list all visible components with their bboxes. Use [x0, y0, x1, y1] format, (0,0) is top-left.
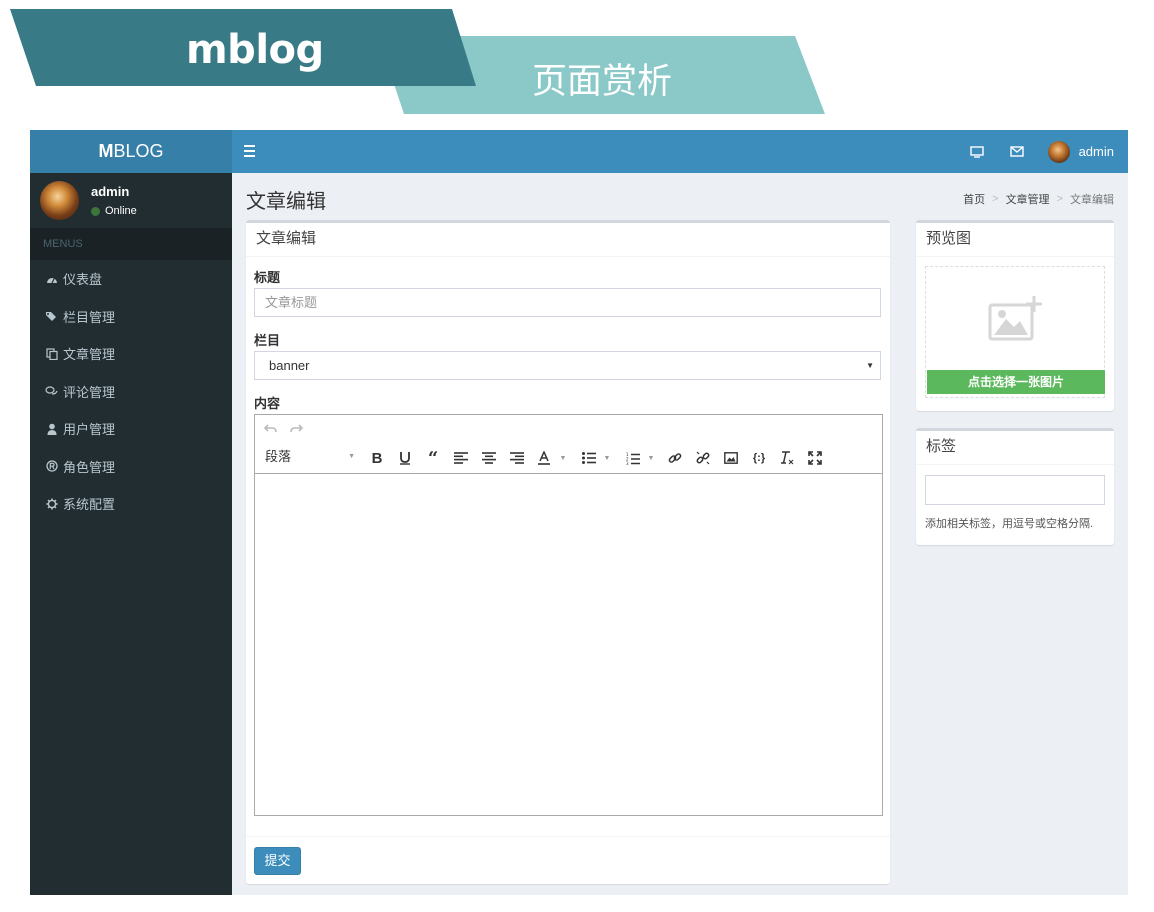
code-icon[interactable]: {:}	[751, 449, 767, 467]
clear-format-icon[interactable]	[779, 449, 795, 467]
editor-content-area[interactable]	[255, 474, 882, 815]
tags-input[interactable]	[925, 475, 1105, 505]
image-dropzone[interactable]: 点击选择一张图片	[925, 266, 1105, 398]
top-navbar: admin	[232, 130, 1128, 173]
tags-icon	[45, 310, 58, 323]
choose-image-button[interactable]: 点击选择一张图片	[927, 370, 1105, 394]
registered-icon	[45, 460, 58, 473]
breadcrumb-home[interactable]: 首页	[963, 191, 985, 207]
box-title: 预览图	[916, 223, 1114, 257]
caret-down-icon[interactable]: ▼	[559, 449, 567, 467]
bulleted-list-icon[interactable]	[581, 449, 597, 467]
navbar-right: admin	[968, 130, 1114, 173]
user-menu[interactable]: admin	[1047, 140, 1114, 163]
editor-toolbar: 段落 ▼ B “ ▼ ▼ 1 2 3 ▼ {:}	[255, 415, 882, 474]
sidebar-item-label: 系统配置	[63, 497, 116, 513]
font-color-icon[interactable]	[537, 449, 551, 467]
link-icon[interactable]	[667, 449, 683, 467]
brand-rest: BLOG	[113, 141, 164, 161]
numbered-list-icon[interactable]: 123	[625, 449, 641, 467]
copy-icon	[45, 347, 58, 360]
sidebar-item-roles[interactable]: 角色管理	[30, 448, 232, 486]
title-label: 标题	[254, 270, 281, 285]
category-select[interactable]: banner ▼	[254, 351, 881, 380]
sidebar-item-users[interactable]: 用户管理	[30, 410, 232, 448]
rich-text-editor: 段落 ▼ B “ ▼ ▼ 1 2 3 ▼ {:}	[254, 414, 883, 816]
caret-down-icon: ▼	[348, 453, 355, 460]
box-title: 文章编辑	[246, 223, 890, 257]
paragraph-format-select[interactable]: 段落 ▼	[257, 446, 357, 468]
breadcrumb-current: 文章编辑	[1070, 194, 1114, 206]
monitor-icon[interactable]	[968, 143, 986, 161]
breadcrumb-separator: >	[1056, 193, 1063, 205]
svg-text:3: 3	[626, 461, 629, 465]
navbar-user-name: admin	[1078, 144, 1114, 159]
sidebar: admin Online MENUS 仪表盘 栏目管理 文章管理 评论管理 用户…	[30, 173, 232, 895]
article-edit-box: 文章编辑 标题 文章标题 栏目 banner ▼ 内容 段落 ▼ B “ ▼ ▼…	[246, 220, 890, 884]
align-left-icon[interactable]	[453, 449, 469, 467]
category-label: 栏目	[254, 333, 281, 348]
sidebar-item-articles[interactable]: 文章管理	[30, 335, 232, 373]
banner-subtitle: 页面赏析	[532, 62, 673, 102]
user-icon	[45, 422, 58, 435]
menu-header: MENUS	[30, 228, 232, 260]
gear-icon	[45, 497, 58, 510]
caret-down-icon[interactable]: ▼	[603, 449, 611, 467]
caret-down-icon: ▼	[866, 361, 874, 370]
box-title: 标签	[916, 431, 1114, 465]
user-status-text: Online	[105, 205, 137, 217]
page-title: 文章编辑	[246, 191, 326, 213]
paragraph-format-value: 段落	[265, 449, 292, 464]
bold-icon[interactable]: B	[369, 449, 385, 467]
title-input[interactable]: 文章标题	[254, 288, 881, 317]
sidebar-item-categories[interactable]: 栏目管理	[30, 298, 232, 336]
user-status: Online	[91, 205, 137, 217]
align-right-icon[interactable]	[509, 449, 525, 467]
content-label: 内容	[254, 396, 281, 411]
sidebar-item-label: 文章管理	[63, 347, 116, 363]
comments-icon	[45, 385, 58, 398]
add-image-icon[interactable]	[988, 295, 1044, 343]
image-icon[interactable]	[723, 449, 739, 467]
undo-icon[interactable]	[263, 420, 277, 438]
caret-down-icon[interactable]: ▼	[647, 449, 655, 467]
brand-bold: M	[98, 141, 114, 161]
sidebar-item-label: 仪表盘	[63, 272, 103, 288]
promo-banner: mblog 页面赏析	[0, 0, 1154, 125]
sidebar-item-label: 评论管理	[63, 384, 116, 400]
submit-button[interactable]: 提交	[254, 847, 301, 875]
sidebar-item-comments[interactable]: 评论管理	[30, 373, 232, 411]
tags-box: 标签 添加相关标签，用逗号或空格分隔.	[916, 428, 1114, 545]
sidebar-user-name: admin	[91, 184, 130, 199]
sidebar-item-dashboard[interactable]: 仪表盘	[30, 260, 232, 298]
blockquote-icon[interactable]: “	[425, 448, 441, 469]
tags-help-text: 添加相关标签，用逗号或空格分隔.	[925, 518, 1094, 530]
sidebar-item-settings[interactable]: 系统配置	[30, 485, 232, 523]
banner-title: mblog	[186, 27, 324, 73]
page: mblog 页面赏析 MBLOG admin admin Online MENU…	[0, 0, 1154, 912]
breadcrumb-separator: >	[992, 193, 999, 205]
avatar	[1047, 140, 1070, 163]
preview-box: 预览图 点击选择一张图片	[916, 220, 1114, 411]
user-panel: admin Online	[30, 173, 232, 228]
redo-icon[interactable]	[289, 420, 303, 438]
online-dot-icon	[91, 206, 100, 216]
category-value: banner	[269, 358, 310, 373]
breadcrumb-articles[interactable]: 文章管理	[1006, 191, 1050, 207]
fullscreen-icon[interactable]	[807, 449, 823, 467]
underline-icon[interactable]	[397, 449, 413, 467]
box-footer: 提交	[246, 836, 890, 884]
unlink-icon[interactable]	[695, 449, 711, 467]
brand-logo[interactable]: MBLOG	[30, 130, 232, 173]
admin-app: MBLOG admin admin Online MENUS 仪表盘 栏目管理 …	[30, 130, 1128, 895]
envelope-icon[interactable]	[1008, 143, 1026, 161]
align-center-icon[interactable]	[481, 449, 497, 467]
sidebar-item-label: 角色管理	[63, 459, 116, 475]
breadcrumb: 首页 > 文章管理 > 文章编辑	[963, 191, 1114, 207]
sidebar-item-label: 用户管理	[63, 422, 116, 438]
hamburger-icon[interactable]	[244, 142, 258, 160]
sidebar-item-label: 栏目管理	[63, 309, 116, 325]
avatar	[40, 181, 79, 220]
dashboard-icon	[45, 272, 58, 285]
